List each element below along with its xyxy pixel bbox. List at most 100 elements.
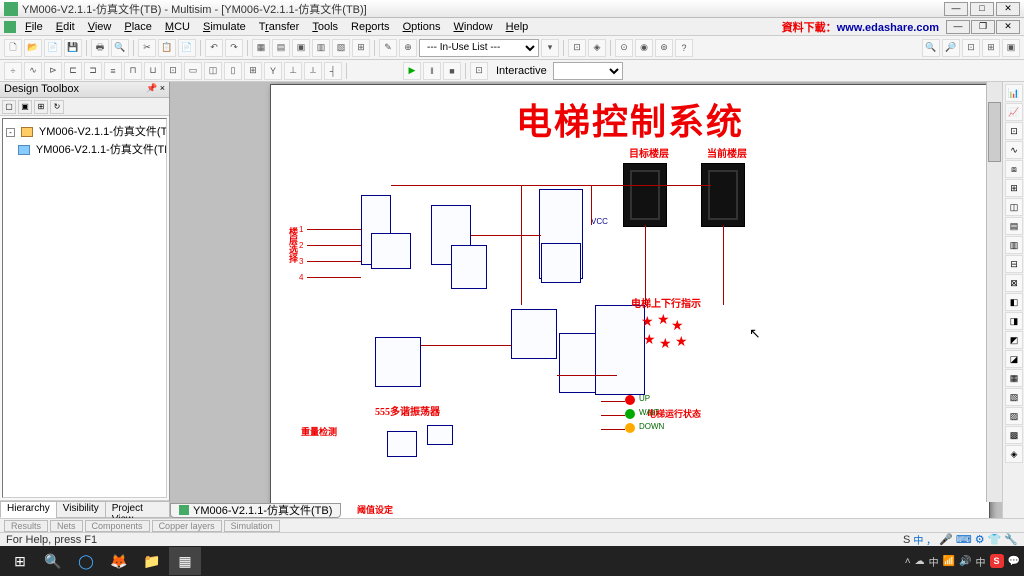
instr-8[interactable]: ▤ (1005, 217, 1023, 235)
comp-12[interactable]: ▯ (224, 62, 242, 80)
close-button[interactable]: ✕ (996, 2, 1020, 16)
menu-file[interactable]: FFileile (19, 20, 49, 34)
inuse-list-select[interactable]: --- In-Use List --- (419, 39, 539, 57)
tree-btn-4[interactable]: ↻ (50, 100, 64, 114)
tray-tool-icon[interactable]: 🔧 (1004, 533, 1018, 546)
cut-button[interactable]: ✂ (138, 39, 156, 57)
tray-skin-icon[interactable]: 👕 (988, 533, 1002, 546)
tray-ime2-icon[interactable]: 中 (976, 554, 986, 569)
comp-13[interactable]: ⊞ (244, 62, 262, 80)
instr-6[interactable]: ⊞ (1005, 179, 1023, 197)
save-button[interactable]: 💾 (64, 39, 82, 57)
preview-button[interactable]: 🔍 (111, 39, 129, 57)
menu-transfer[interactable]: Transfer (253, 20, 306, 34)
zoom-in-button[interactable]: 🔍 (922, 39, 940, 57)
comp-3[interactable]: ⊳ (44, 62, 62, 80)
tb-m[interactable]: ◉ (635, 39, 653, 57)
open2-button[interactable]: 📄 (44, 39, 62, 57)
copy-button[interactable]: 📋 (158, 39, 176, 57)
tray-up-icon[interactable]: ˄ (905, 556, 911, 567)
vertical-scrollbar[interactable] (986, 82, 1002, 502)
btab-components[interactable]: Components (85, 520, 150, 532)
instr-10[interactable]: ⊟ (1005, 255, 1023, 273)
tb-g[interactable]: ✎ (379, 39, 397, 57)
menu-simulate[interactable]: Simulate (197, 20, 252, 34)
tray-onedrive-icon[interactable]: ☁ (915, 556, 925, 567)
tray-sogou-icon[interactable]: S (990, 554, 1004, 568)
schematic-page[interactable]: 电梯控制系统 目标楼层 当前楼层 楼层选择 1 2 3 4 (270, 84, 990, 518)
stop-button[interactable]: ■ (443, 62, 461, 80)
tree-btn-3[interactable]: ⊞ (34, 100, 48, 114)
tb-l[interactable]: ⊙ (615, 39, 633, 57)
doc-close-button[interactable]: ✕ (996, 20, 1020, 34)
menu-window[interactable]: Window (447, 20, 498, 34)
menu-options[interactable]: Options (397, 20, 447, 34)
instr-20[interactable]: ◈ (1005, 445, 1023, 463)
tab-project-view[interactable]: Project View (105, 501, 170, 518)
help-button[interactable]: ? (675, 39, 693, 57)
schematic-canvas[interactable]: 电梯控制系统 目标楼层 当前楼层 楼层选择 1 2 3 4 (170, 82, 1002, 518)
doc-minimize-button[interactable]: — (946, 20, 970, 34)
expand-icon[interactable]: - (6, 128, 15, 137)
start-button[interactable]: ⊞ (4, 547, 36, 575)
comp-10[interactable]: ▭ (184, 62, 202, 80)
btab-sim[interactable]: Simulation (224, 520, 280, 532)
search-button[interactable]: 🔍 (37, 547, 69, 575)
design-tree[interactable]: - YM006-V2.1.1-仿真文件(TB) YM006-V2.1.1-仿真文… (2, 118, 167, 498)
zoom-fit-button[interactable]: ⊞ (982, 39, 1000, 57)
firefox-icon[interactable]: 🦊 (103, 547, 135, 575)
comp-16[interactable]: ⟂ (304, 62, 322, 80)
sogou-ime-icon[interactable]: S (903, 534, 910, 546)
fullscreen-button[interactable]: ▣ (1002, 39, 1020, 57)
tray-set-icon[interactable]: ⚙ (975, 533, 985, 546)
undo-button[interactable]: ↶ (205, 39, 223, 57)
instr-9[interactable]: ▥ (1005, 236, 1023, 254)
instr-16[interactable]: ▦ (1005, 369, 1023, 387)
tb-j[interactable]: ⊡ (568, 39, 586, 57)
new-button[interactable]: 🗋 (4, 39, 22, 57)
menu-reports[interactable]: Reports (345, 20, 396, 34)
tree-child-node[interactable]: YM006-V2.1.1-仿真文件(TB) (6, 140, 163, 158)
multisim-taskbar-icon[interactable]: ▦ (169, 547, 201, 575)
comp-7[interactable]: ⊓ (124, 62, 142, 80)
tb-n[interactable]: ⊚ (655, 39, 673, 57)
instr-11[interactable]: ⊠ (1005, 274, 1023, 292)
comp-8[interactable]: ⊔ (144, 62, 162, 80)
zoom-out-button[interactable]: 🔎 (942, 39, 960, 57)
instr-4[interactable]: ∿ (1005, 141, 1023, 159)
tb-f[interactable]: ⊞ (352, 39, 370, 57)
tray-mic-icon[interactable]: 🎤 (939, 533, 953, 546)
instr-7[interactable]: ◫ (1005, 198, 1023, 216)
sim-1[interactable]: ⊡ (470, 62, 488, 80)
instr-18[interactable]: ▨ (1005, 407, 1023, 425)
instr-15[interactable]: ◪ (1005, 350, 1023, 368)
tray-kbd-icon[interactable]: ⌨ (956, 533, 972, 546)
instr-12[interactable]: ◧ (1005, 293, 1023, 311)
comp-4[interactable]: ⊏ (64, 62, 82, 80)
menu-edit[interactable]: Edit (50, 20, 81, 34)
tb-i[interactable]: ▾ (541, 39, 559, 57)
comp-14[interactable]: Y (264, 62, 282, 80)
comp-5[interactable]: ⊐ (84, 62, 102, 80)
tb-d[interactable]: ▥ (312, 39, 330, 57)
comp-9[interactable]: ⊡ (164, 62, 182, 80)
tray-notif-icon[interactable]: 💬 (1008, 556, 1020, 567)
comp-6[interactable]: ≡ (104, 62, 122, 80)
mode-select[interactable] (553, 62, 623, 80)
comp-2[interactable]: ∿ (24, 62, 42, 80)
minimize-button[interactable]: — (944, 2, 968, 16)
instr-2[interactable]: 📈 (1005, 103, 1023, 121)
menu-mcu[interactable]: MCU (159, 20, 196, 34)
tray-vol-icon[interactable]: 🔊 (959, 556, 971, 567)
tb-k[interactable]: ◈ (588, 39, 606, 57)
instr-17[interactable]: ▧ (1005, 388, 1023, 406)
btab-results[interactable]: Results (4, 520, 48, 532)
zoom-area-button[interactable]: ⊡ (962, 39, 980, 57)
tb-b[interactable]: ▤ (272, 39, 290, 57)
comp-11[interactable]: ◫ (204, 62, 222, 80)
toolbox-pin-icon[interactable]: 📌 × (146, 83, 165, 96)
maximize-button[interactable]: □ (970, 2, 994, 16)
open-button[interactable]: 📂 (24, 39, 42, 57)
tb-e[interactable]: ▧ (332, 39, 350, 57)
tb-c[interactable]: ▣ (292, 39, 310, 57)
